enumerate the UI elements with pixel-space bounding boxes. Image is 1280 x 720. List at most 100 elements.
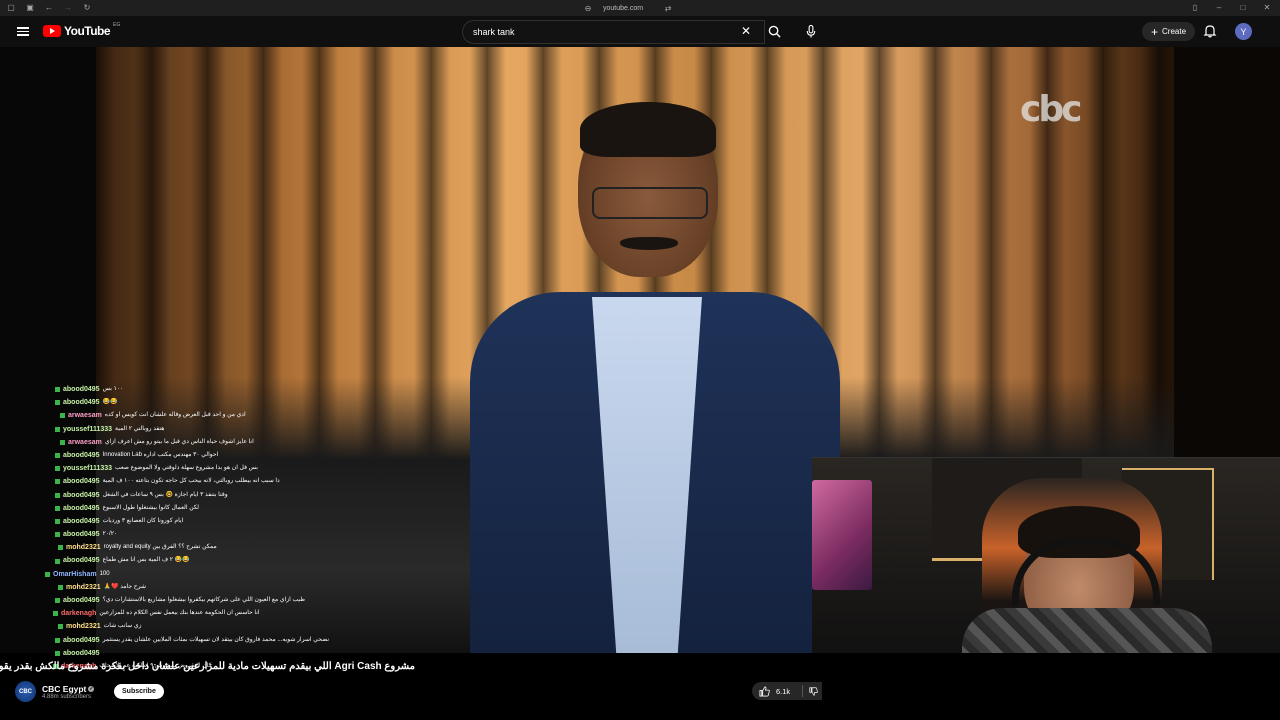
chat-badge-icon [55,650,60,656]
cbc-watermark-logo: cbc [1020,89,1082,130]
chat-username[interactable]: arwaesam [68,409,102,422]
chat-username[interactable]: abood0495 [63,502,100,515]
voice-search-button[interactable] [801,21,821,41]
chat-username[interactable]: abood0495 [63,515,100,528]
chat-text: انا عايز اشوف حياة الناس دي قبل ما بيتو … [104,438,254,445]
youtube-header: YouTube EG ✕ + Create Y [0,16,1280,47]
chat-username[interactable]: abood0495 [63,554,100,567]
chat-text: ٢٠/٢٠ [102,531,118,538]
video-title: مشروع Agri Cash اللي بيقدم تسهيلات مادية… [0,661,415,672]
chat-username[interactable]: abood0495 [63,475,100,488]
chat-badge-icon [55,492,60,498]
maximize-icon[interactable]: □ [1238,2,1248,12]
plus-icon: + [1151,24,1159,39]
create-button[interactable]: + Create [1142,22,1196,41]
chat-badge-icon [58,545,63,551]
chat-badge-icon [55,453,60,459]
thumbs-down-icon[interactable] [809,686,818,697]
search-input[interactable] [471,26,735,38]
forward-icon[interactable]: → [63,2,73,12]
chat-message: mohd2321 زي سانب شات [40,620,420,633]
chat-badge-icon [60,439,65,445]
chat-badge-icon [55,637,60,643]
menu-icon[interactable] [17,25,29,37]
chat-username[interactable]: darkenagh [61,607,96,620]
chat-message: abood0495 😂😂 ٢ ف المية بس انا مش طماع [40,554,420,567]
subscriber-count: 4.88m subscribers [42,693,92,700]
live-chat-overlay: abood0495 ١٠٠ بس abood0495 😂😂 arwaesam ادي من… [40,383,420,683]
chat-text: ادي من و احد قبل العرض وقاله علشان انت ك… [104,412,246,419]
youtube-logo[interactable]: YouTube EG [43,22,121,38]
chat-username[interactable]: arwaesam [68,436,102,449]
chat-text: دا سبب انه بيطلب روبالتي، لانه بيحب كل ح… [102,478,280,485]
chat-badge-icon [45,571,50,577]
chat-text: 😂😂 ٢ ف المية بس انا مش طماع [102,557,190,564]
chat-username[interactable]: abood0495 [63,383,100,396]
chat-username[interactable]: abood0495 [63,647,100,660]
chat-text: 😂😂 [102,399,118,406]
host-mustache [620,237,678,250]
chat-username[interactable]: abood0495 [63,634,100,647]
chat-message: abood0495 دا سبب انه بيطلب روبالتي، لانه … [40,475,420,488]
chat-badge-icon [55,518,60,524]
chat-text: زي سانب شات [103,623,142,630]
user-avatar[interactable]: Y [1235,23,1252,40]
window-controls: ▯ – □ ✕ [1190,2,1272,12]
search-button[interactable] [763,20,785,42]
verified-badge-icon: ✓ [88,685,95,692]
url-text[interactable]: youtube.com [603,5,643,12]
subscribe-button[interactable]: Subscribe [114,684,164,699]
notifications-bell-icon[interactable] [1203,24,1217,38]
chat-badge-icon [53,611,58,617]
chat-message: abood0495 ٢٠/٢٠ [40,528,420,541]
tune-icon[interactable]: ⇄ [663,3,673,13]
minimize-icon[interactable]: – [1214,2,1224,12]
thumbs-up-icon [759,686,770,696]
search-box [462,20,765,44]
chat-message: abood0495 ١٠٠ بس [40,383,420,396]
chat-message: youssef111333 هتفد روبالتي ٢ المية [40,423,420,436]
create-label: Create [1162,27,1187,36]
reload-icon[interactable]: ↻ [82,2,92,12]
browser-bar: ▢ ▣ ← → ↻ ⊖ youtube.com ⇄ ▯ – □ ✕ [0,0,1280,16]
chat-username[interactable]: youssef111333 [63,423,112,436]
chat-username[interactable]: OmarHisham [53,568,97,581]
channel-name[interactable]: CBC Egypt [42,684,86,694]
host-hair [580,102,716,157]
channel-avatar[interactable]: CBC [15,681,36,702]
channel-name-row[interactable]: CBC Egypt ✓ [42,684,95,694]
chat-message: abood0495 😂😂 [40,396,420,409]
address-bar[interactable]: ⊖ youtube.com ⇄ [583,3,673,13]
webcam-monitor [812,480,872,590]
clear-search-icon[interactable]: ✕ [741,25,751,37]
back-icon[interactable]: ← [44,2,54,12]
chat-username[interactable]: abood0495 [63,449,100,462]
chat-username[interactable]: abood0495 [63,528,100,541]
chat-username[interactable]: mohd2321 [66,581,101,594]
split-view-icon[interactable]: ▯ [1190,2,1200,12]
chat-username[interactable]: abood0495 [63,489,100,502]
sidebar-toggle-icon[interactable]: ▢ [6,2,16,12]
chat-message: darkenagh انا حاسس ان الحكومة عندها بنك ب… [40,607,420,620]
close-window-icon[interactable]: ✕ [1262,2,1272,12]
chat-text: طيب ازاي مع العيون اللي على شركاتهم بيكف… [102,597,305,603]
chat-message: abood0495 وقتا بتنفذ ٣ ايام اجازة 🤓 بس ٩ … [40,489,420,502]
site-info-icon[interactable]: ⊖ [583,3,593,13]
youtube-play-icon [43,25,61,37]
like-button[interactable]: 6.1k [752,682,822,700]
chat-text: بس قل ان هو بدا مشروع سهلة دلوقتي ولا ال… [115,465,258,472]
country-code: EG [113,22,121,28]
chat-username[interactable]: mohd2321 [66,541,101,554]
chat-text: 100 [99,570,110,577]
chat-message: arwaesam انا عايز اشوف حياة الناس دي قبل … [40,436,420,449]
chat-message: abood0495 طيب ازاي مع العيون اللي على شرك… [40,594,420,607]
chat-badge-icon [55,558,60,564]
tabs-icon[interactable]: ▣ [25,2,35,12]
chat-text: هتفد روبالتي ٢ المية [115,425,165,432]
chat-username[interactable]: youssef111333 [63,462,112,475]
chat-text: شرح جامد ❤️🙏 [103,583,147,590]
like-count: 6.1k [776,686,791,696]
chat-username[interactable]: abood0495 [63,594,100,607]
chat-username[interactable]: abood0495 [63,396,100,409]
chat-username[interactable]: mohd2321 [66,620,101,633]
